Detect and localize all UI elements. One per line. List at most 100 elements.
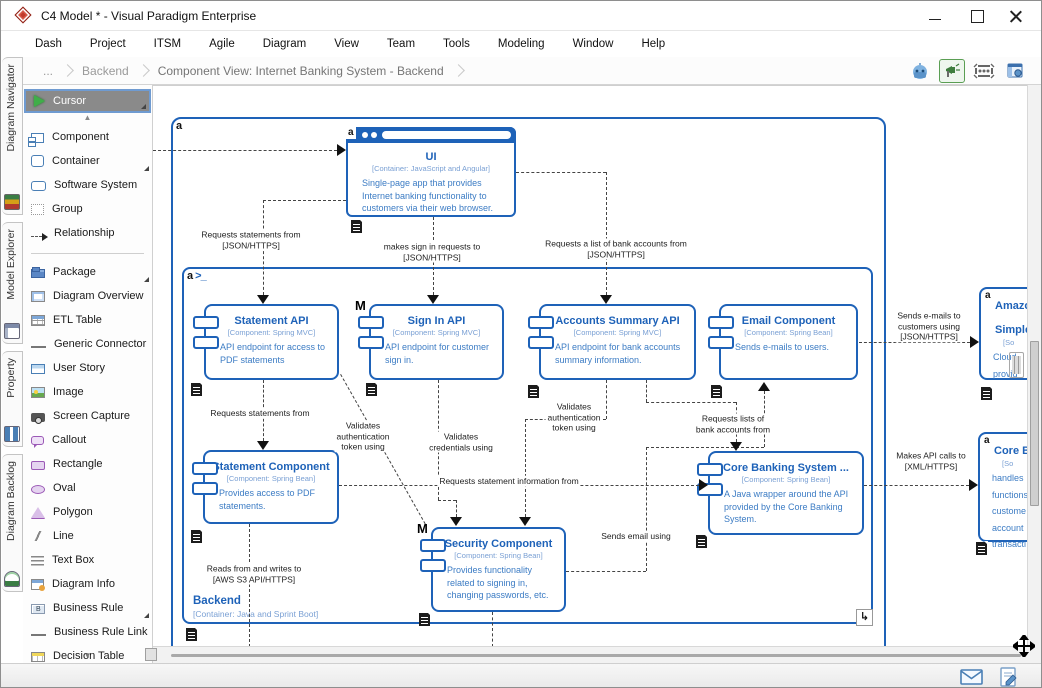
- horizontal-scrollbar-thumb[interactable]: [171, 654, 1021, 657]
- relationship-label[interactable]: Requests statement information from: [437, 476, 580, 487]
- component-tab-icon: [192, 462, 218, 475]
- palette-item-diagram-overview[interactable]: Diagram Overview: [23, 284, 152, 308]
- accounts-summary-api[interactable]: Accounts Summary API[Component: Spring M…: [539, 304, 696, 380]
- menu-bar: DashProjectITSMAgileDiagramViewTeamTools…: [1, 31, 1041, 57]
- statement-component[interactable]: Statement Component[Component: Spring Be…: [203, 450, 339, 524]
- palette-item-diagram-info[interactable]: Diagram Info: [23, 572, 152, 596]
- component-tab-icon: [193, 316, 219, 329]
- node-subtitle: [Component: Spring Bean]: [721, 328, 856, 337]
- diagram-canvas[interactable]: aa >_Backend[Container: Java and Sprint …: [153, 85, 1029, 646]
- relationship-line: [859, 342, 970, 343]
- component-tab-icon: [708, 336, 734, 349]
- breadcrumb-item-0[interactable]: ...: [37, 64, 59, 78]
- relationship-line: [646, 380, 647, 402]
- statement-api[interactable]: Statement API[Component: Spring MVC]API …: [204, 304, 339, 380]
- relationship-label[interactable]: Sends e-mails tocustomers using[JSON/HTT…: [895, 310, 962, 342]
- menu-item-modeling[interactable]: Modeling: [484, 34, 559, 54]
- palette-item-software-system[interactable]: Software System: [23, 173, 152, 197]
- selection-band-icon[interactable]: [971, 59, 997, 83]
- node-subtitle: [Component: Spring Bean]: [710, 475, 862, 484]
- relationship-label[interactable]: Validatesauthenticationtoken using: [546, 401, 603, 433]
- report-log-icon[interactable]: [1000, 667, 1017, 688]
- palette-item-cursor[interactable]: Cursor: [24, 89, 151, 113]
- node-description: Provides functionality related to signin…: [447, 564, 556, 602]
- relationship-label[interactable]: Requests lists ofbank accounts from: [694, 414, 772, 435]
- publish-icon[interactable]: [939, 59, 965, 83]
- menu-item-help[interactable]: Help: [627, 34, 679, 54]
- palette-item-oval[interactable]: Oval: [23, 476, 152, 500]
- maximize-button[interactable]: [963, 7, 993, 25]
- palette-item-package[interactable]: Package: [23, 260, 152, 284]
- menu-item-agile[interactable]: Agile: [195, 34, 249, 54]
- sidebar-tab-diagram-backlog[interactable]: Diagram Backlog: [2, 454, 23, 592]
- bot-icon[interactable]: [907, 59, 933, 83]
- palette-item-polygon[interactable]: Polygon: [23, 500, 152, 524]
- palette-item-container[interactable]: Container: [23, 149, 152, 173]
- cursor-icon: [34, 95, 45, 107]
- fit-size-corner-icon[interactable]: ↳: [856, 609, 873, 626]
- ui[interactable]: aUI[Container: JavaScript and Angular]Si…: [346, 127, 516, 217]
- minimize-button[interactable]: [921, 7, 951, 25]
- palette-item-screen-capture[interactable]: Screen Capture: [23, 404, 152, 428]
- business-rule-icon: [31, 604, 45, 614]
- mail-icon[interactable]: [960, 669, 983, 688]
- modified-marker: M: [417, 521, 428, 536]
- horizontal-scrollbar[interactable]: [153, 646, 1029, 663]
- panel-grip[interactable]: [145, 648, 157, 661]
- palette-item-rectangle[interactable]: Rectangle: [23, 452, 152, 476]
- relationship-label[interactable]: Validatesauthenticationtoken using: [335, 420, 392, 452]
- relationship-label[interactable]: makes sign in requests to[JSON/HTTPS]: [382, 242, 482, 263]
- palette-scroll-down[interactable]: ▼: [23, 651, 152, 660]
- relationship-label[interactable]: Requests a list of bank accounts from[JS…: [543, 239, 689, 260]
- palette-item-component[interactable]: Component: [23, 125, 152, 149]
- relationship-label[interactable]: Validatescredentials using: [427, 432, 495, 453]
- breadcrumb-item-1[interactable]: Backend: [76, 64, 135, 78]
- menu-item-view[interactable]: View: [320, 34, 373, 54]
- layout-panel-icon[interactable]: [1003, 59, 1029, 83]
- palette-item-text-box[interactable]: Text Box: [23, 548, 152, 572]
- core-banking-system[interactable]: aCore B[Sohandlesfunctionscustomeaccount…: [978, 432, 1029, 542]
- palette-item-etl-table[interactable]: ETL Table: [23, 308, 152, 332]
- arrowhead-icon: [519, 517, 531, 526]
- node-description: Single-page app that provides Internet b…: [362, 177, 506, 215]
- menu-item-team[interactable]: Team: [373, 34, 429, 54]
- palette-item-business-rule-link[interactable]: Business Rule Link: [23, 620, 152, 644]
- relationship-label[interactable]: Requests statements from[JSON/HTTPS]: [199, 230, 302, 251]
- palette-item-line[interactable]: Line: [23, 524, 152, 548]
- relationship-label[interactable]: Sends email using: [599, 531, 672, 542]
- palette-scroll-up[interactable]: ▲: [23, 113, 152, 125]
- submenu-corner-icon: [144, 277, 149, 282]
- relationship-label[interactable]: Makes API calls to[XML/HTTPS]: [894, 451, 967, 472]
- vertical-scrollbar[interactable]: [1027, 85, 1041, 662]
- palette-item-generic-connector[interactable]: Generic Connector: [23, 332, 152, 356]
- sign-in-api[interactable]: MSign In API[Component: Spring MVC]API e…: [369, 304, 504, 380]
- property-icon: [4, 426, 20, 442]
- menu-item-itsm[interactable]: ITSM: [140, 34, 195, 54]
- close-button[interactable]: [1001, 7, 1031, 25]
- sidebar-tab-model-explorer[interactable]: Model Explorer: [2, 222, 23, 344]
- title-bar[interactable]: C4 Model * - Visual Paradigm Enterprise: [1, 1, 1041, 31]
- relationship-label[interactable]: Reads from and writes to[AWS S3 API/HTTP…: [205, 564, 303, 585]
- menu-item-project[interactable]: Project: [76, 34, 140, 54]
- security-component[interactable]: MSecurity Component[Component: Spring Be…: [431, 527, 566, 612]
- email-component[interactable]: Email Component[Component: Spring Bean]S…: [719, 304, 858, 380]
- relationship-line: [456, 500, 457, 517]
- palette-item-user-story[interactable]: User Story: [23, 356, 152, 380]
- palette-item-group[interactable]: Group: [23, 197, 152, 221]
- breadcrumb-item-2[interactable]: Component View: Internet Banking System …: [152, 64, 450, 78]
- palette-item-relationship[interactable]: Relationship: [23, 221, 152, 245]
- vertical-scrollbar-thumb[interactable]: [1030, 341, 1039, 506]
- menu-item-tools[interactable]: Tools: [429, 34, 484, 54]
- arrowhead-icon: [699, 479, 708, 491]
- menu-item-window[interactable]: Window: [559, 34, 628, 54]
- palette-item-callout[interactable]: Callout: [23, 428, 152, 452]
- sidebar-tab-property[interactable]: Property: [2, 351, 23, 447]
- menu-item-diagram[interactable]: Diagram: [249, 34, 320, 54]
- palette-item-image[interactable]: Image: [23, 380, 152, 404]
- palette-item-business-rule[interactable]: Business Rule: [23, 596, 152, 620]
- collapsed-panel-grip[interactable]: [1009, 352, 1024, 378]
- core-banking-system-facade[interactable]: Core Banking System ...[Component: Sprin…: [708, 451, 864, 535]
- relationship-label[interactable]: Requests statements from: [208, 408, 311, 419]
- menu-item-dash[interactable]: Dash: [21, 34, 76, 54]
- sidebar-tab-diagram-navigator[interactable]: Diagram Navigator: [2, 57, 23, 215]
